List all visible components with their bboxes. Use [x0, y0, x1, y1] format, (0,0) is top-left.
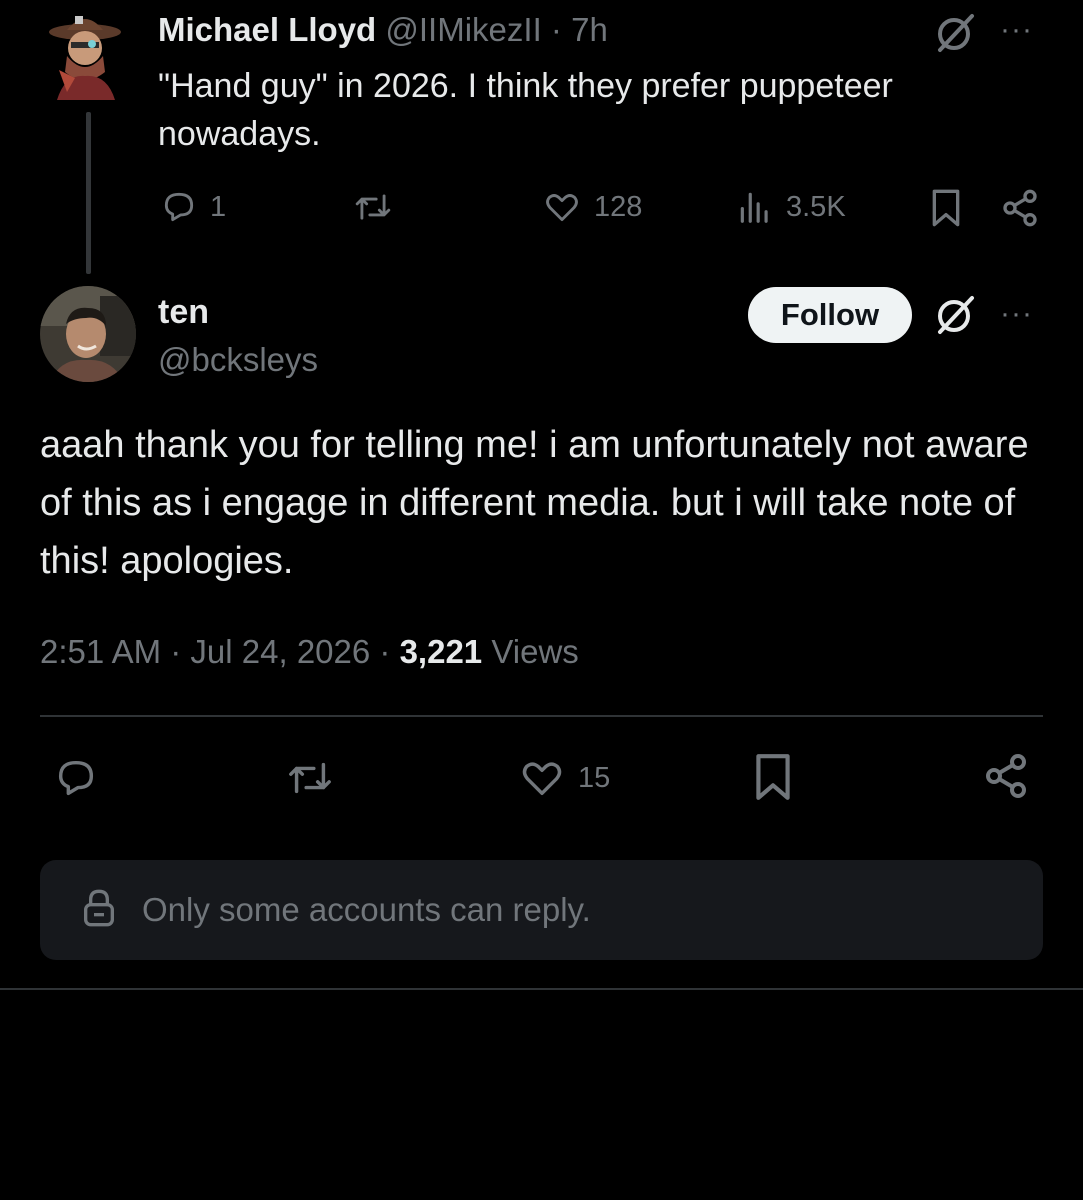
- avatar-michael-lloyd[interactable]: [45, 8, 123, 100]
- avatar-ten[interactable]: [40, 286, 136, 382]
- share-icon: [982, 752, 1030, 800]
- parent-tweet-time[interactable]: 7h: [571, 11, 608, 48]
- grok-icon[interactable]: [934, 12, 978, 56]
- tweet-date[interactable]: Jul 24, 2026: [190, 633, 370, 670]
- separator-dot: ·: [550, 11, 562, 48]
- like-count: 128: [594, 190, 643, 223]
- views-icon: [736, 188, 774, 226]
- more-icon[interactable]: ···: [1000, 12, 1033, 48]
- share-icon: [1000, 188, 1040, 228]
- grok-icon[interactable]: [934, 294, 978, 338]
- thread-line: [86, 112, 91, 274]
- bookmark-action[interactable]: [928, 188, 964, 228]
- reply-restriction-text: Only some accounts can reply.: [142, 891, 591, 928]
- separator-dot: ·: [379, 633, 391, 670]
- follow-button[interactable]: Follow: [748, 287, 912, 343]
- divider: [40, 715, 1043, 717]
- tweet-time[interactable]: 2:51 AM: [40, 633, 161, 670]
- like-icon: [518, 755, 566, 801]
- reply-action[interactable]: [52, 755, 100, 801]
- like-action[interactable]: 128: [542, 188, 642, 226]
- parent-author-name[interactable]: Michael Lloyd: [158, 11, 376, 48]
- bookmark-icon: [928, 188, 964, 228]
- reply-action[interactable]: 1: [160, 188, 226, 226]
- separator-dot: ·: [170, 633, 182, 670]
- retweet-icon: [352, 188, 394, 226]
- parent-author-handle[interactable]: @IIMikezII: [385, 11, 541, 48]
- lock-icon: [82, 888, 116, 933]
- share-action[interactable]: [1000, 188, 1040, 228]
- reply-restriction-notice: Only some accounts can reply.: [40, 860, 1043, 960]
- divider: [0, 988, 1083, 990]
- like-icon: [542, 188, 582, 226]
- reply-author-handle[interactable]: @bcksleys: [158, 340, 318, 380]
- more-icon[interactable]: ···: [1000, 296, 1033, 332]
- reply-count: 1: [210, 190, 227, 223]
- retweet-action[interactable]: [284, 755, 336, 801]
- parent-tweet-text: "Hand guy" in 2026. I think they prefer …: [158, 67, 893, 153]
- views-count: 3.5K: [786, 190, 846, 223]
- parent-tweet-header: Michael Lloyd @IIMikezII · 7h: [158, 10, 608, 50]
- reply-tweet-text: aaah thank you for telling me! i am unfo…: [40, 424, 1029, 582]
- like-count: 15: [578, 761, 611, 794]
- views-label: Views: [491, 633, 579, 670]
- views-number[interactable]: 3,221: [400, 633, 483, 670]
- views-action[interactable]: 3.5K: [736, 188, 846, 226]
- reply-icon: [52, 755, 100, 801]
- reply-icon: [160, 188, 198, 226]
- like-action[interactable]: 15: [518, 755, 610, 801]
- retweet-icon: [284, 755, 336, 801]
- reply-author-name[interactable]: ten: [158, 292, 209, 332]
- bookmark-action[interactable]: [752, 752, 794, 802]
- tweet-meta: 2:51 AM · Jul 24, 2026 · 3,221 Views: [40, 630, 579, 674]
- retweet-action[interactable]: [352, 188, 394, 226]
- bookmark-icon: [752, 752, 794, 802]
- share-action[interactable]: [982, 752, 1030, 800]
